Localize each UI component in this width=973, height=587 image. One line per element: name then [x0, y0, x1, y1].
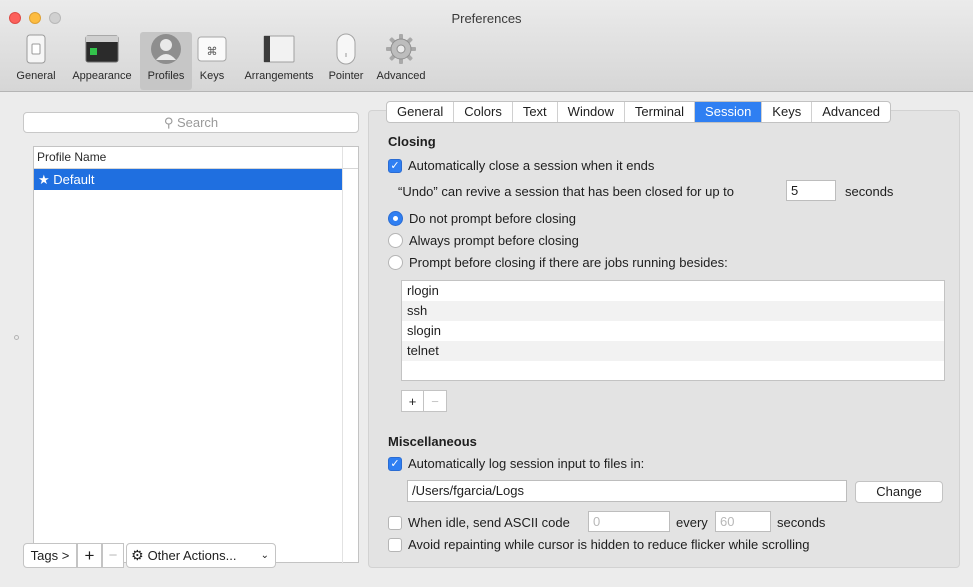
radio-no-prompt-row[interactable]: Do not prompt before closing [388, 211, 576, 226]
tags-button[interactable]: Tags > [23, 543, 77, 568]
tab-window[interactable]: Window [558, 102, 625, 122]
svg-text:⌘: ⌘ [207, 45, 218, 58]
list-item[interactable]: rlogin [402, 281, 944, 301]
tab-general[interactable]: General [387, 102, 455, 122]
title-bar: Preferences General Appearance Profiles … [0, 0, 973, 92]
toolbar-advanced[interactable]: Advanced [372, 32, 430, 90]
profile-list[interactable]: Profile Name ★ Default [33, 146, 359, 564]
window-title: Preferences [451, 11, 522, 26]
idle-seconds-field[interactable]: 60 [715, 511, 771, 532]
idle-seconds-unit: seconds [777, 515, 826, 530]
user-silhouette-icon [149, 32, 183, 66]
add-profile-button[interactable]: + [77, 543, 102, 568]
idle-checkbox[interactable] [388, 515, 402, 530]
toolbar-pointer[interactable]: Pointer [323, 32, 369, 90]
profile-tabs: General Colors Text Window Terminal Sess… [386, 101, 892, 123]
toolbar-appearance[interactable]: Appearance [66, 32, 138, 90]
idle-checkbox-row[interactable]: When idle, send ASCII code [388, 515, 570, 530]
column-divider [342, 147, 343, 564]
undo-seconds-unit: seconds [845, 184, 894, 199]
log-input-checkbox-row[interactable]: ✓ Automatically log session input to fil… [388, 456, 644, 471]
radio-always-prompt-row[interactable]: Always prompt before closing [388, 233, 579, 248]
list-item[interactable]: ssh [402, 301, 944, 321]
toolbar-profiles[interactable]: Profiles [140, 32, 192, 90]
tab-colors[interactable]: Colors [454, 102, 513, 122]
change-button[interactable]: Change [855, 481, 943, 503]
ascii-code-field[interactable]: 0 [588, 511, 670, 532]
radio-no-prompt[interactable] [388, 211, 403, 226]
command-key-icon: ⌘ [195, 32, 229, 66]
other-actions-dropdown[interactable]: ⚙ Other Actions... ⌄ [126, 543, 276, 568]
tab-text[interactable]: Text [513, 102, 558, 122]
search-icon: ⚲ [163, 115, 177, 130]
tab-session[interactable]: Session [695, 102, 763, 122]
general-switch-icon [19, 32, 53, 66]
profile-row-default[interactable]: ★ Default [34, 169, 343, 190]
log-input-checkbox[interactable]: ✓ [388, 456, 402, 471]
log-path-field[interactable]: /Users/fgarcia/Logs [407, 480, 847, 502]
tab-keys[interactable]: Keys [762, 102, 813, 122]
gear-icon [384, 32, 418, 66]
mouse-icon [329, 32, 363, 66]
miscellaneous-heading: Miscellaneous [388, 434, 477, 449]
split-view-handle[interactable] [14, 335, 19, 340]
remove-profile-button[interactable]: − [102, 543, 124, 568]
every-label: every [676, 515, 708, 530]
list-item[interactable]: telnet [402, 341, 944, 361]
undo-seconds-field[interactable]: 5 [786, 180, 836, 201]
closing-heading: Closing [388, 134, 436, 149]
terminal-window-icon [85, 32, 119, 66]
jobs-list[interactable]: rlogin ssh slogin telnet [401, 280, 945, 381]
undo-label: “Undo” can revive a session that has bee… [398, 184, 735, 199]
toolbar-arrangements[interactable]: Arrangements [236, 32, 322, 90]
chevron-down-icon: ⌄ [260, 550, 269, 561]
list-item[interactable]: slogin [402, 321, 944, 341]
radio-always-prompt[interactable] [388, 233, 403, 248]
avoid-repaint-checkbox-row[interactable]: Avoid repainting while cursor is hidden … [388, 537, 810, 552]
add-job-button[interactable]: + [401, 390, 424, 412]
remove-job-button[interactable]: − [424, 390, 447, 412]
auto-close-checkbox[interactable]: ✓ [388, 158, 402, 173]
jobs-add-remove: + − [401, 390, 447, 412]
profile-name-column-header[interactable]: Profile Name [34, 147, 358, 564]
avoid-repaint-checkbox[interactable] [388, 537, 402, 552]
profile-bottom-bar: Tags > + − ⚙ Other Actions... ⌄ [23, 543, 276, 568]
window-arrangement-icon [262, 32, 296, 66]
auto-close-checkbox-row[interactable]: ✓ Automatically close a session when it … [388, 158, 654, 173]
radio-prompt-if-jobs-row[interactable]: Prompt before closing if there are jobs … [388, 255, 728, 270]
toolbar-general[interactable]: General [8, 32, 64, 90]
tab-advanced[interactable]: Advanced [812, 102, 890, 122]
tab-terminal[interactable]: Terminal [625, 102, 696, 122]
gear-icon: ⚙ [131, 547, 144, 563]
search-input[interactable]: ⚲ Search [23, 112, 359, 133]
toolbar-keys[interactable]: ⌘ Keys [194, 32, 230, 90]
radio-prompt-if-jobs[interactable] [388, 255, 403, 270]
